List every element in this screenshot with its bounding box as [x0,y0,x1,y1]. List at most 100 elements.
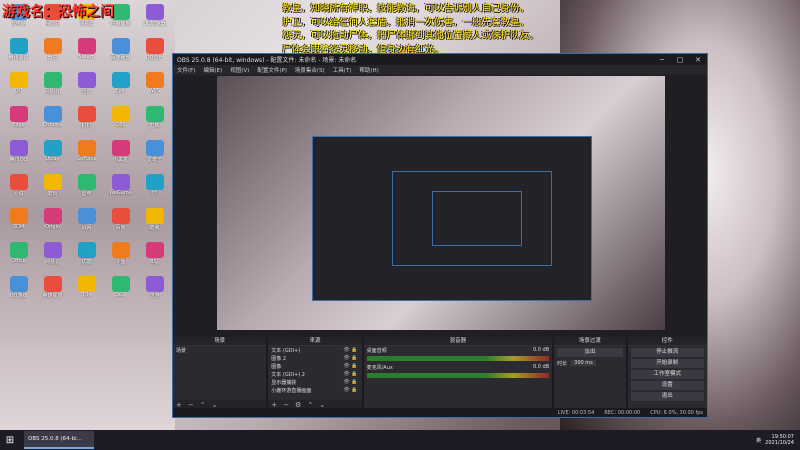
desktop-icon[interactable]: 迅游 [138,276,171,308]
obs-titlebar[interactable]: OBS 25.0.8 (64-bit, windows) - 配置文件: 未命名… [173,54,707,65]
desktop-icon[interactable]: 酷我 [138,208,171,240]
desktop-icon[interactable]: 百度 [104,208,137,240]
visibility-lock-icon[interactable]: 👁 🔒 [343,387,357,393]
control-button[interactable]: 工作室模式 [630,370,704,379]
desktop-icon[interactable]: 钉钉 [70,106,103,138]
app-icon [145,208,164,224]
taskbar-obs-item[interactable]: OBS 25.0.8 (64-bi... [24,431,94,449]
scene-item[interactable]: 场景 [173,346,266,354]
app-icon [77,38,96,54]
desktop-icon[interactable]: GeForce [70,140,103,172]
desktop-icon[interactable]: 腾讯会议 [2,38,35,70]
obs-window[interactable]: OBS 25.0.8 (64-bit, windows) - 配置文件: 未命名… [172,53,708,418]
close-button[interactable]: ✕ [689,56,707,64]
menu-item[interactable]: 帮助(H) [359,66,378,74]
volume-meter[interactable] [366,356,550,361]
desktop-icon[interactable]: 优酷 [70,242,103,274]
visibility-lock-icon[interactable]: 👁 🔒 [343,371,357,377]
app-icon [145,174,164,190]
desktop-icon[interactable]: 腾讯QQ [2,140,35,172]
desktop-icon[interactable]: 网易UU [36,72,69,104]
menu-item[interactable]: 场景集合(S) [295,66,325,74]
desktop-icon[interactable]: 剪映 [138,106,171,138]
desktop-icon[interactable]: Origin [36,208,69,240]
desktop-icon[interactable]: Chrome [36,106,69,138]
desktop-icon[interactable]: 小黑盒 [104,140,137,172]
app-icon [111,174,130,190]
desktop-icon[interactable]: TIM [70,276,103,308]
source-item[interactable]: 文本 (GDI+) 👁 🔒 [268,346,361,354]
desktop-icon[interactable]: Epic [104,72,137,104]
desktop-icon[interactable]: 战网 [70,208,103,240]
desktop-icon[interactable]: YY [138,174,171,206]
windows-start-icon[interactable]: ⊞ [0,430,20,450]
desktop-icon[interactable]: B站 [138,242,171,274]
desktop-icon[interactable]: 爱奇艺 [138,140,171,172]
desktop-icon[interactable]: Office [2,242,35,274]
volume-meter[interactable] [366,373,550,378]
desktop-icon[interactable]: 百度网盘 [104,38,137,70]
minimize-button[interactable]: ─ [653,56,671,64]
app-icon [145,72,164,88]
source-item[interactable]: 图像 2 👁 🔒 [268,354,361,362]
desktop-icon[interactable]: QQ游戏 [2,276,35,308]
visibility-lock-icon[interactable]: 👁 🔒 [343,363,357,369]
controls-title: 控件 [627,337,707,346]
obs-preview[interactable] [217,76,665,330]
app-icon [145,242,164,258]
desktop-icon-label: 网易云 [44,259,60,265]
desktop-icon[interactable]: 3DM [2,208,35,240]
source-item[interactable]: 小鹿环游直播画面 👁 🔒 [268,386,361,394]
cpu-usage: CPU: 6.0%, 30.00 fps [650,409,703,416]
desktop-icon[interactable]: QQ音乐 [138,38,171,70]
control-button[interactable]: 停止推流 [630,348,704,357]
duration-label: 时长 [557,360,568,367]
desktop-icon[interactable]: 英雄联盟 [36,276,69,308]
desktop-icon-label: YY [151,190,158,196]
desktop-icon[interactable]: OBS [104,106,137,138]
desktop-icon-label: Chrome [42,122,63,128]
desktop-icon[interactable]: WeGame [104,174,137,206]
menu-item[interactable]: 配置文件(P) [257,66,287,74]
desktop-icon[interactable]: 斗鱼 [104,242,137,274]
desktop-icon[interactable]: Edge [2,106,35,138]
menu-item[interactable]: 文件(F) [177,66,195,74]
duration-input[interactable]: 300 ms [571,360,596,366]
source-label: 图像 [271,363,282,370]
desktop-icon[interactable]: QQ [2,72,35,104]
source-item[interactable]: 显示器捕获 👁 🔒 [268,378,361,386]
control-button[interactable]: 退出 [630,392,704,401]
desktop-icon[interactable]: 迅雷 [70,72,103,104]
desktop-icon[interactable]: 雷电 [70,174,103,206]
menu-item[interactable]: 视图(V) [230,66,249,74]
desktop-icon[interactable]: 酷狗 [36,174,69,206]
source-item[interactable]: 文本 (GDI+) 2 👁 🔒 [268,370,361,378]
source-item[interactable]: 图像 👁 🔒 [268,362,361,370]
menu-item[interactable]: 编辑(E) [203,66,222,74]
desktop-icon[interactable]: UU加速器 [138,4,171,36]
transition-select[interactable]: 淡出 [557,348,623,357]
desktop-icon[interactable]: 微信 [36,38,69,70]
menu-item[interactable]: 工具(T) [333,66,352,74]
app-icon [145,276,164,292]
clock[interactable]: 19:50:07 2021/10/24 [765,434,794,446]
maximize-button[interactable]: □ [671,56,689,64]
language-indicator[interactable]: 英 [756,437,761,444]
app-icon [111,106,130,122]
control-button[interactable]: 设置 [630,381,704,390]
desktop-icon[interactable]: Steam [70,38,103,70]
desktop-icon[interactable]: 网易云 [36,242,69,274]
obs-docks: 场景 场景 + − ⌃ ⌄ 来源 文本 (GDI+) 👁 🔒 图像 2 👁 🔒 图像 👁 … [173,337,707,409]
visibility-lock-icon[interactable]: 👁 🔒 [343,379,357,385]
desktop-icon-label: 优酷 [81,259,92,265]
desktop-icon[interactable]: 360 [104,276,137,308]
desktop-icon[interactable]: WPS [138,72,171,104]
desktop-icon-label: 微信 [47,55,58,61]
control-button[interactable]: 开始录制 [630,359,704,368]
visibility-lock-icon[interactable]: 👁 🔒 [343,355,357,361]
desktop-icon-label: 火绒 [13,191,24,197]
desktop-icon[interactable]: 火绒 [2,174,35,206]
app-icon [145,106,164,122]
visibility-lock-icon[interactable]: 👁 🔒 [343,347,357,353]
desktop-icon[interactable]: Uplay [36,140,69,172]
